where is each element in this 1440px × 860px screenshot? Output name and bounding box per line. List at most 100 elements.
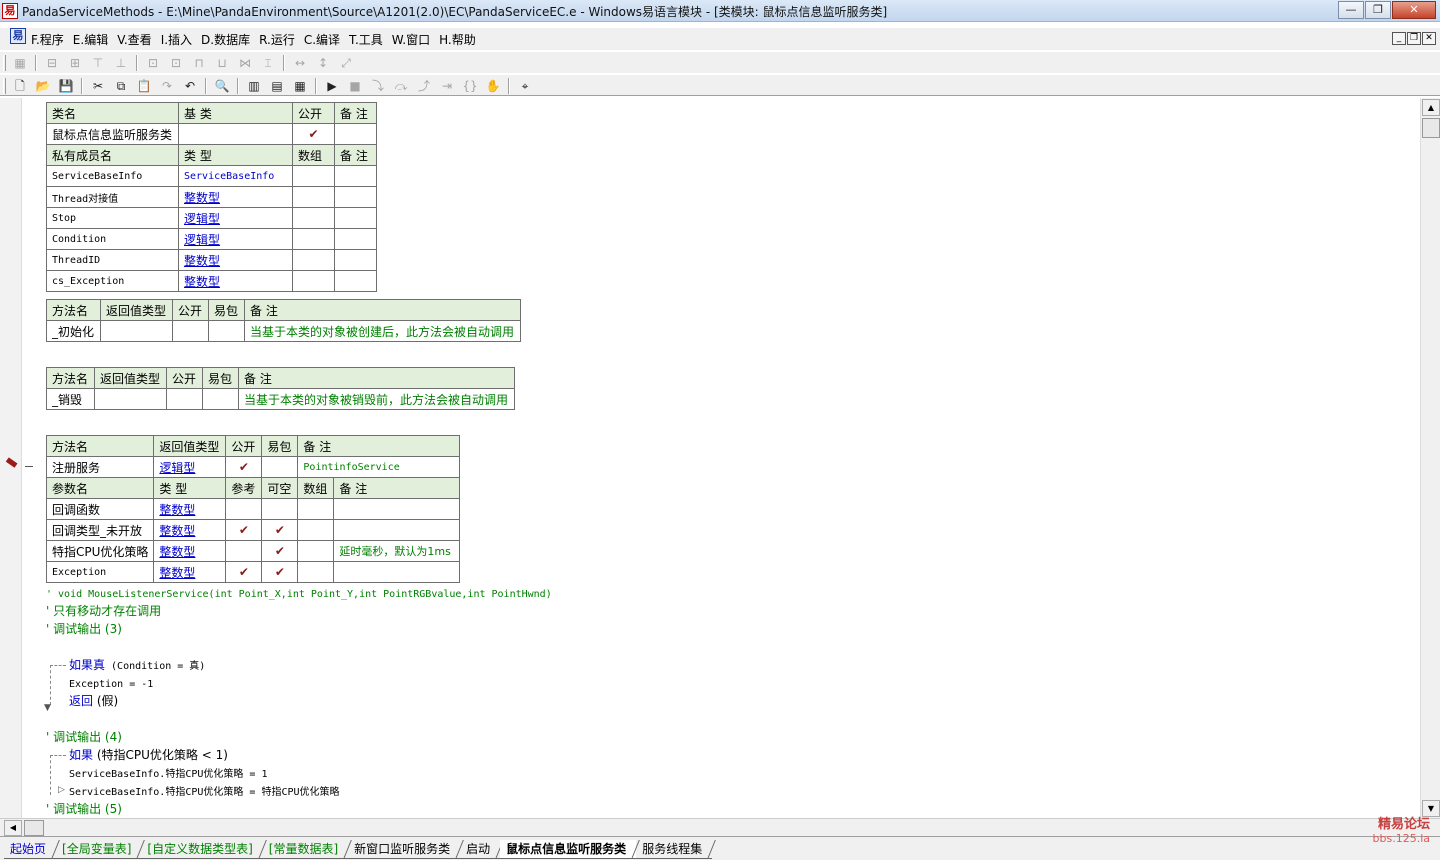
- epkg-cell[interactable]: [208, 320, 245, 342]
- param-array[interactable]: [297, 540, 335, 562]
- member-array[interactable]: [292, 270, 335, 292]
- type-link[interactable]: 逻辑型: [159, 461, 195, 475]
- same-width-icon[interactable]: ↔: [290, 54, 310, 72]
- space-v-icon[interactable]: ⌶: [258, 54, 278, 72]
- code-comment[interactable]: ' 调试输出 (4): [46, 728, 122, 746]
- open-icon[interactable]: 📂: [33, 77, 53, 95]
- member-name[interactable]: ThreadID: [46, 249, 179, 271]
- member-array[interactable]: [292, 207, 335, 229]
- member-note[interactable]: [334, 165, 377, 187]
- return-type-cell[interactable]: [94, 388, 167, 410]
- scroll-down-button[interactable]: ▼: [1422, 800, 1440, 817]
- scroll-left-button[interactable]: ◀: [4, 820, 22, 836]
- tab-startup[interactable]: 启动: [460, 840, 501, 859]
- step-over-icon[interactable]: ⤼: [391, 77, 411, 95]
- run-icon[interactable]: ▶: [322, 77, 342, 95]
- toolbar-grip[interactable]: [3, 78, 6, 94]
- toolbar-grip[interactable]: [3, 55, 6, 71]
- grid-icon[interactable]: ▦: [10, 54, 30, 72]
- code-assignment[interactable]: ServiceBaseInfo.特指CPU优化策略 = 1: [69, 764, 267, 782]
- method-destroy-table[interactable]: 方法名 返回值类型 公开 易包 备 注 _销毁 当基于本类的对象被销毁前，此方法…: [46, 367, 515, 410]
- member-note[interactable]: [334, 270, 377, 292]
- tab-global-vars[interactable]: [全局变量表]: [56, 840, 142, 859]
- return-type-cell[interactable]: 逻辑型: [153, 456, 227, 478]
- param-nullable[interactable]: ✔: [261, 561, 299, 583]
- find-icon[interactable]: 🔍: [212, 77, 232, 95]
- scroll-thumb[interactable]: [1422, 118, 1440, 138]
- member-type[interactable]: 整数型: [178, 249, 293, 271]
- vertical-scrollbar[interactable]: ▲ ▼: [1420, 98, 1440, 818]
- member-name[interactable]: Thread对接值: [46, 186, 179, 208]
- menu-compile[interactable]: C.编译: [304, 31, 340, 48]
- mdi-close-button[interactable]: ✕: [1422, 32, 1436, 45]
- space-h-icon[interactable]: ⋈: [235, 54, 255, 72]
- tab-start-page[interactable]: 起始页: [4, 840, 57, 859]
- method-name-cell[interactable]: 注册服务: [45, 456, 155, 478]
- menu-run[interactable]: R.运行: [259, 31, 295, 48]
- member-note[interactable]: [334, 186, 377, 208]
- cut-icon[interactable]: ✂: [88, 77, 108, 95]
- note-cell[interactable]: 当基于本类的对象被销毁前，此方法会被自动调用: [238, 388, 515, 410]
- stop-icon[interactable]: ■: [345, 77, 365, 95]
- class-base-cell[interactable]: [178, 123, 293, 145]
- type-link[interactable]: 整数型: [159, 566, 195, 580]
- table-row[interactable]: cs_Exception 整数型: [46, 270, 377, 292]
- code-assignment[interactable]: Exception = -1: [69, 674, 153, 692]
- member-name[interactable]: cs_Exception: [46, 270, 179, 292]
- param-array[interactable]: [297, 519, 335, 541]
- code-comment[interactable]: ' 调试输出 (3): [46, 620, 122, 638]
- type-link[interactable]: 整数型: [184, 191, 220, 205]
- type-link[interactable]: 整数型: [184, 275, 220, 289]
- param-name[interactable]: 回调类型_未开放: [45, 519, 155, 541]
- member-type[interactable]: 逻辑型: [178, 228, 293, 250]
- paste-icon[interactable]: 📋: [134, 77, 154, 95]
- type-link[interactable]: 整数型: [159, 545, 195, 559]
- type-link[interactable]: 逻辑型: [184, 233, 220, 247]
- hand-icon[interactable]: ✋: [483, 77, 503, 95]
- table-row[interactable]: 特指CPU优化策略 整数型 ✔ 延时毫秒，默认为1ms: [45, 540, 461, 562]
- member-type[interactable]: 整数型: [178, 186, 293, 208]
- close-button[interactable]: ✕: [1392, 1, 1436, 19]
- member-array[interactable]: [292, 186, 335, 208]
- scroll-thumb[interactable]: [24, 820, 44, 836]
- copy-icon[interactable]: ⧉: [111, 77, 131, 95]
- menu-database[interactable]: D.数据库: [201, 31, 250, 48]
- menu-view[interactable]: V.查看: [117, 31, 151, 48]
- public-cell[interactable]: [172, 320, 209, 342]
- method-register-table[interactable]: 方法名 返回值类型 公开 易包 备 注 注册服务 逻辑型 ✔ Pointinfo…: [45, 435, 461, 583]
- tab-constants[interactable]: [常量数据表]: [262, 840, 349, 859]
- layout2-icon[interactable]: ▤: [267, 77, 287, 95]
- code-return[interactable]: 返回 (假): [69, 692, 118, 710]
- public-cell[interactable]: [166, 388, 203, 410]
- param-note[interactable]: [333, 498, 461, 520]
- member-note[interactable]: [334, 249, 377, 271]
- param-name[interactable]: 特指CPU优化策略: [45, 540, 155, 562]
- align-bottom-icon[interactable]: ⊥: [111, 54, 131, 72]
- method-init-table[interactable]: 方法名 返回值类型 公开 易包 备 注 _初始化 当基于本类的对象被创建后，此方…: [46, 299, 521, 342]
- layout1-icon[interactable]: ▥: [244, 77, 264, 95]
- mdi-minimize-button[interactable]: _: [1392, 32, 1406, 45]
- class-name-cell[interactable]: 鼠标点信息监听服务类: [46, 123, 179, 145]
- save-icon[interactable]: 💾: [56, 77, 76, 95]
- param-nullable[interactable]: ✔: [261, 519, 299, 541]
- class-note-cell[interactable]: [334, 123, 377, 145]
- table-row[interactable]: ThreadID 整数型: [46, 249, 377, 271]
- horizontal-scrollbar[interactable]: ◀: [0, 818, 1440, 836]
- method-name-cell[interactable]: _初始化: [46, 320, 101, 342]
- member-type[interactable]: ServiceBaseInfo: [178, 165, 293, 187]
- type-link[interactable]: 整数型: [159, 503, 195, 517]
- param-type[interactable]: 整数型: [153, 561, 227, 583]
- same-height-icon[interactable]: ↕: [313, 54, 333, 72]
- step-into-icon[interactable]: ⤵: [368, 77, 388, 95]
- code-comment[interactable]: ' void MouseListenerService(int Point_X,…: [46, 584, 552, 602]
- member-array[interactable]: [292, 165, 335, 187]
- note-cell[interactable]: PointinfoService: [297, 456, 461, 478]
- tab-service-threads[interactable]: 服务线程集: [636, 840, 713, 859]
- tab-new-window-listener[interactable]: 新窗口监听服务类: [348, 840, 461, 859]
- member-type[interactable]: 逻辑型: [178, 207, 293, 229]
- document-icon[interactable]: 易: [10, 28, 26, 44]
- type-link[interactable]: 整数型: [184, 254, 220, 268]
- param-ref[interactable]: [225, 498, 263, 520]
- menu-help[interactable]: H.帮助: [439, 31, 476, 48]
- return-type-cell[interactable]: [100, 320, 173, 342]
